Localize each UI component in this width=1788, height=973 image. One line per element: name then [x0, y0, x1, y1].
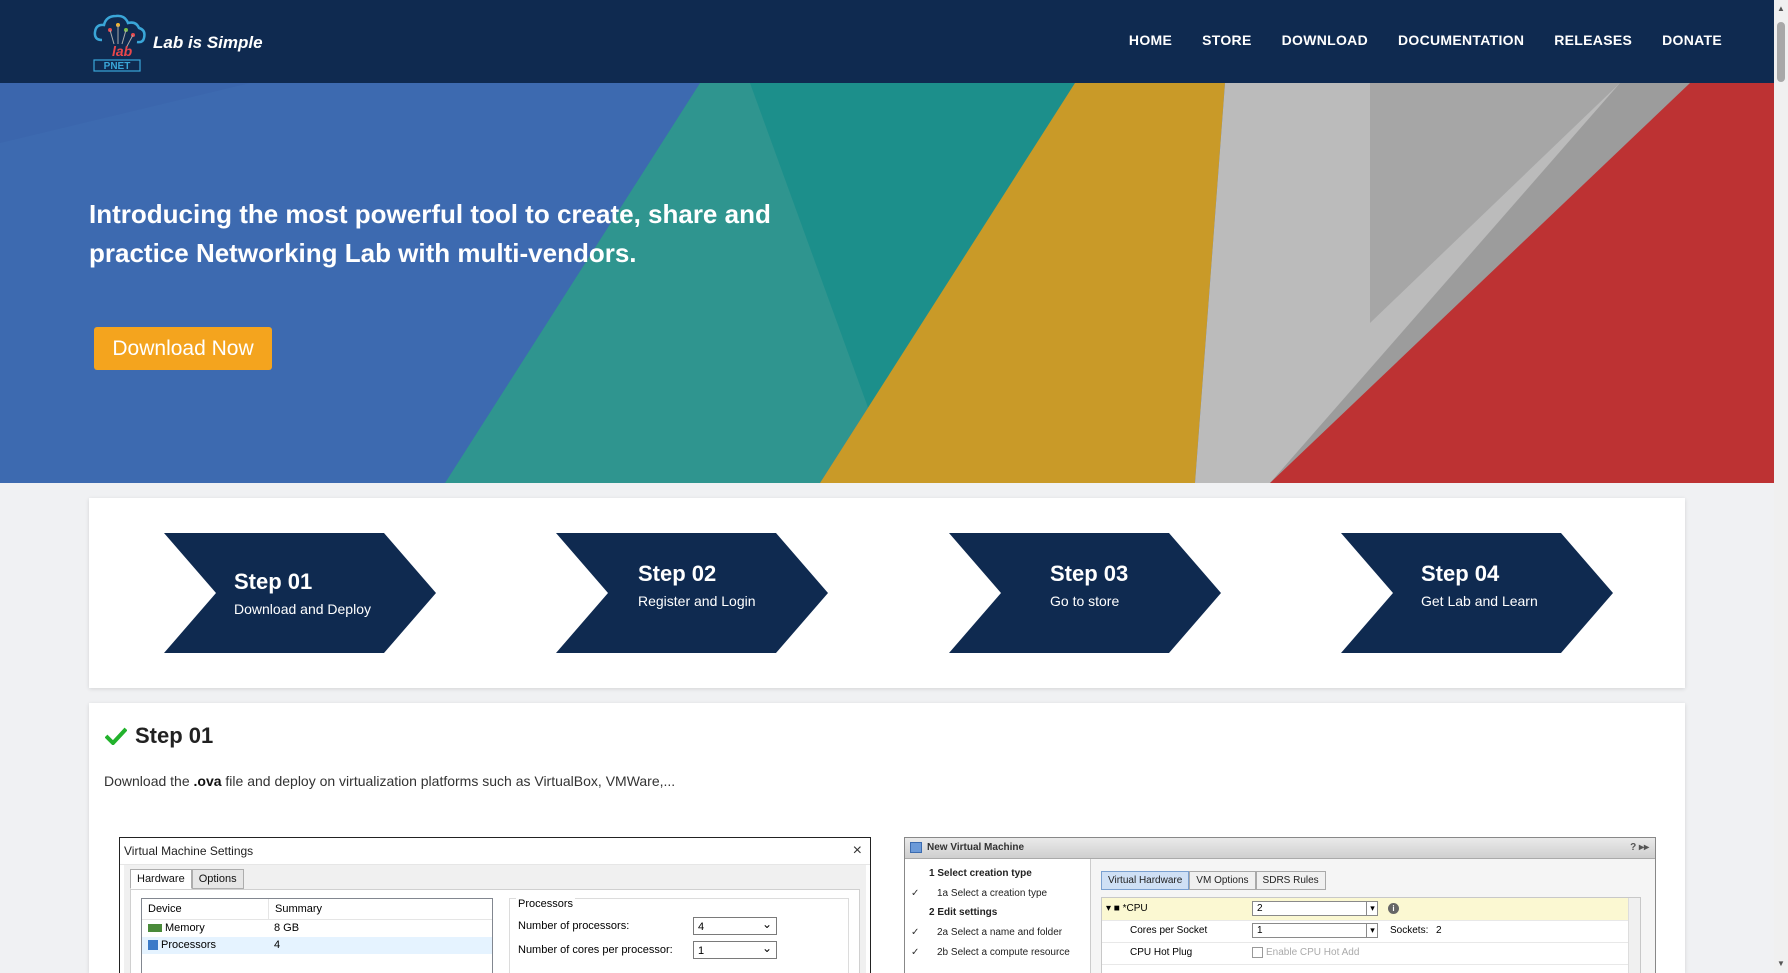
- tab-sdrs-rules: SDRS Rules: [1255, 871, 1326, 890]
- memory-icon: [148, 924, 162, 933]
- step-02-arrow[interactable]: Step 02 Register and Login: [556, 533, 828, 653]
- page-scrollbar[interactable]: ▲ ▼: [1774, 0, 1788, 973]
- hero-title: Introducing the most powerful tool to cr…: [89, 199, 771, 268]
- nav-releases[interactable]: RELEASES: [1554, 32, 1632, 48]
- tab-virtual-hardware: Virtual Hardware: [1101, 871, 1190, 890]
- vm-settings-screenshot: Virtual Machine Settings × Hardware Opti…: [119, 837, 871, 973]
- close-icon: ×: [852, 842, 862, 859]
- step-number: Step 02: [638, 561, 717, 586]
- step-04-arrow[interactable]: Step 04 Get Lab and Learn: [1341, 533, 1613, 653]
- processor-icon: [148, 940, 158, 951]
- steps-card: Step 01 Download and Deploy Step 02 Regist…: [89, 498, 1685, 688]
- hero-background: [0, 83, 1774, 483]
- nav-store[interactable]: STORE: [1202, 32, 1251, 48]
- grid-scrollbar: [1628, 898, 1640, 973]
- check-icon: ✓: [911, 888, 920, 899]
- step-label: Go to store: [1050, 593, 1120, 609]
- step-number: Step 03: [1050, 561, 1129, 586]
- new-vm-titlebar: New Virtual Machine ? ▸▸: [905, 838, 1655, 859]
- brand-name[interactable]: Lab is Simple: [153, 33, 263, 53]
- pnet-logo[interactable]: lab PNET: [90, 10, 150, 72]
- wizard-steps: 1 Select creation type ✓ 1a Select a cre…: [905, 859, 1091, 973]
- download-now-button[interactable]: Download Now: [94, 327, 272, 370]
- step-03-arrow[interactable]: Step 03 Go to store: [949, 533, 1221, 653]
- step-detail-title: Step 01: [135, 723, 214, 748]
- step-detail-description: Download the .ova file and deploy on vir…: [104, 773, 676, 789]
- nav-download[interactable]: DOWNLOAD: [1282, 32, 1368, 48]
- step-number: Step 01: [234, 569, 313, 594]
- table-row: Memory 8 GB: [142, 920, 492, 937]
- checkmark-icon: [105, 727, 127, 745]
- vm-icon: [910, 842, 922, 853]
- tab-hardware: Hardware: [130, 869, 192, 889]
- vm-settings-tabs: Hardware Options: [130, 869, 244, 889]
- top-navbar: lab PNET Lab is Simple HOME STORE DOWNLO…: [0, 0, 1774, 83]
- cores-select: 1: [693, 939, 777, 959]
- step-label: Register and Login: [638, 593, 756, 609]
- device-table: Device Summary Memory 8 GB Processors 4: [141, 898, 493, 973]
- cores-per-socket-select: 1: [1252, 923, 1378, 938]
- table-row: Processors 4: [142, 937, 492, 954]
- scroll-up-icon[interactable]: ▲: [1777, 4, 1785, 14]
- info-icon: i: [1388, 903, 1399, 914]
- svg-text:PNET: PNET: [104, 61, 131, 72]
- scrollbar-thumb[interactable]: [1777, 22, 1785, 82]
- main-nav: HOME STORE DOWNLOAD DOCUMENTATION RELEAS…: [1129, 32, 1722, 48]
- step-label: Get Lab and Learn: [1421, 593, 1538, 609]
- step-detail-heading: Step 01: [105, 723, 213, 749]
- check-icon: ✓: [911, 947, 920, 958]
- vm-settings-titlebar: Virtual Machine Settings ×: [120, 838, 870, 865]
- nav-documentation[interactable]: DOCUMENTATION: [1398, 32, 1524, 48]
- help-icon: ? ▸▸: [1630, 842, 1649, 853]
- svg-text:lab: lab: [112, 43, 133, 59]
- hardware-grid: ▾ ■ *CPU 2 i Cores per Socket 1 Sockets:…: [1101, 897, 1641, 973]
- nav-donate[interactable]: DONATE: [1662, 32, 1722, 48]
- cpu-hot-add-checkbox: [1252, 947, 1263, 958]
- processors-group: Processors Number of processors:4 Number…: [509, 898, 849, 973]
- processors-select: 4: [693, 915, 777, 935]
- step-number: Step 04: [1421, 561, 1500, 586]
- nav-home[interactable]: HOME: [1129, 32, 1172, 48]
- cpu-select: 2: [1252, 901, 1378, 916]
- step-01-detail-card: Step 01 Download the .ova file and deplo…: [89, 703, 1685, 973]
- step-label: Download and Deploy: [234, 601, 371, 617]
- tab-options: Options: [191, 869, 244, 889]
- new-vm-tabs: Virtual Hardware VM Options SDRS Rules: [1101, 871, 1326, 890]
- step-01-arrow[interactable]: Step 01 Download and Deploy: [164, 533, 436, 653]
- new-vm-screenshot: New Virtual Machine ? ▸▸ 1 Select creati…: [904, 837, 1656, 973]
- scroll-down-icon[interactable]: ▼: [1777, 959, 1785, 969]
- tab-vm-options: VM Options: [1189, 871, 1256, 890]
- hero-banner: Introducing the most powerful tool to cr…: [0, 83, 1774, 483]
- check-icon: ✓: [911, 927, 920, 938]
